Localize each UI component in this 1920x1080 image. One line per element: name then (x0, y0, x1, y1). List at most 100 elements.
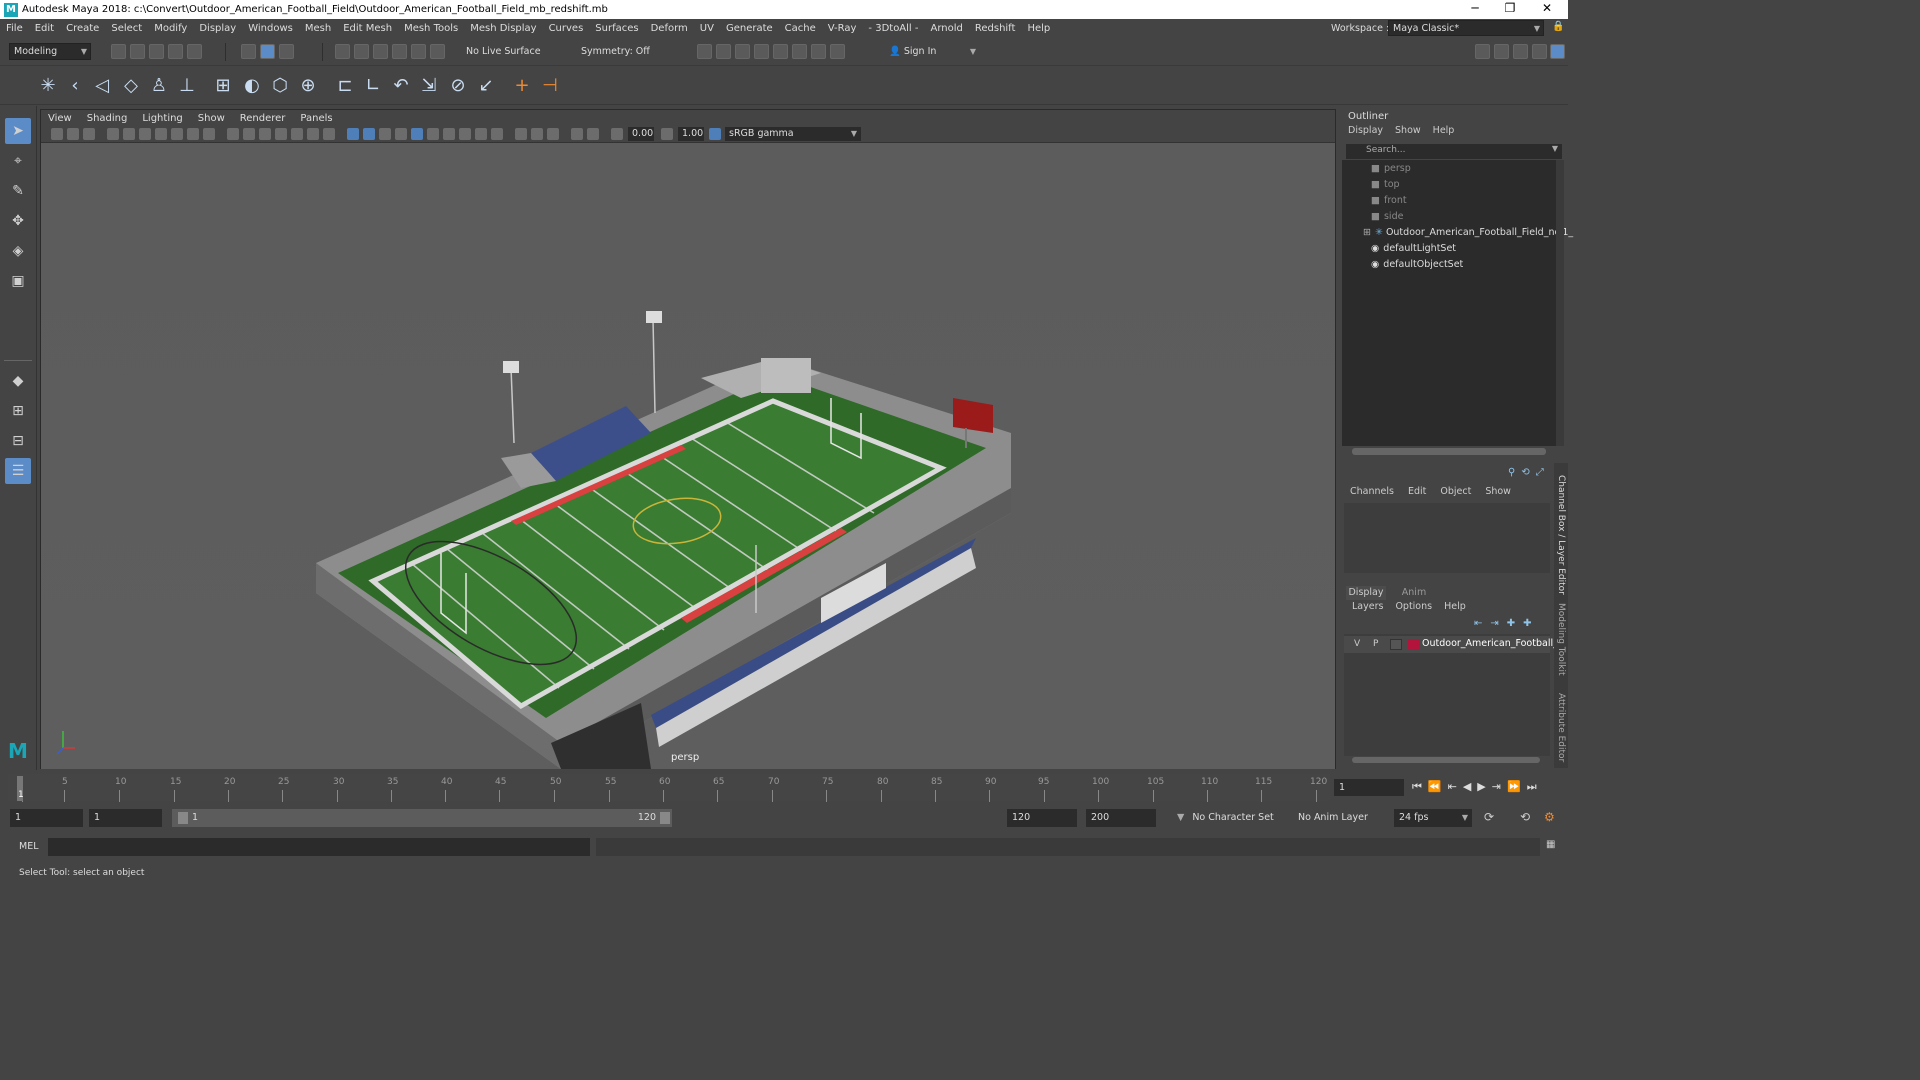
pause-icon[interactable] (830, 44, 845, 59)
lattice-icon[interactable]: ⬡ (269, 75, 291, 97)
menu-deform[interactable]: Deform (645, 23, 694, 34)
play-forwards-icon[interactable]: ▶ (1477, 780, 1485, 794)
live-surface-field[interactable]: No Live Surface (461, 43, 543, 60)
loop-icon[interactable]: ⟳ (1484, 810, 1494, 824)
locator-icon[interactable]: + (511, 75, 533, 97)
step-back-frame-icon[interactable]: ⇤ (1448, 780, 1457, 794)
render-view-icon[interactable] (773, 44, 788, 59)
orient-constraint-icon[interactable]: ∟ (362, 75, 384, 97)
xray-joints-icon[interactable] (459, 128, 471, 140)
cluster-icon[interactable]: ⊕ (297, 75, 319, 97)
exposure-icon[interactable] (611, 128, 623, 140)
xray-icon[interactable] (323, 128, 335, 140)
bind-skin-icon[interactable]: ◇ (120, 75, 142, 97)
new-scene-icon[interactable] (111, 44, 126, 59)
smooth-shade-icon[interactable] (291, 128, 303, 140)
range-slider-bar[interactable]: 1 120 (172, 809, 672, 827)
layer-hscrollbar[interactable] (1352, 757, 1540, 763)
vp-menu-panels[interactable]: Panels (293, 113, 340, 124)
field-chart-icon[interactable] (227, 128, 239, 140)
outliner-menu-display[interactable]: Display (1348, 125, 1383, 136)
depth-of-field-icon[interactable] (427, 128, 439, 140)
ipr-render-icon[interactable] (716, 44, 731, 59)
menu-help[interactable]: Help (1021, 23, 1056, 34)
menu-mesh[interactable]: Mesh (299, 23, 337, 34)
playback-end-field[interactable]: 120 (1007, 809, 1077, 827)
menu-edit-mesh[interactable]: Edit Mesh (337, 23, 398, 34)
paint-weights-icon[interactable]: ⊞ (212, 75, 234, 97)
scale-tool-icon[interactable]: ▣ (5, 268, 31, 294)
ambient-occlusion-icon[interactable] (395, 128, 407, 140)
paint-select-icon[interactable]: ✎ (5, 178, 31, 204)
ik-spline-icon[interactable]: ⊣ (539, 75, 561, 97)
xray-active-icon[interactable] (475, 128, 487, 140)
vp-menu-shading[interactable]: Shading (80, 113, 136, 124)
vp-menu-renderer[interactable]: Renderer (233, 113, 294, 124)
outliner-item-field[interactable]: ⊞ ✳ Outdoor_American_Football_Field_ncl1_ (1363, 227, 1573, 238)
snap-magnet-icon[interactable] (430, 44, 445, 59)
snap-curve-icon[interactable] (354, 44, 369, 59)
channel-menu-show[interactable]: Show (1485, 486, 1511, 497)
two-view-icon[interactable]: ⊟ (5, 428, 31, 454)
step-forward-frame-icon[interactable]: ⇥ (1492, 780, 1501, 794)
side-tab-modeling-toolkit[interactable]: Modeling Toolkit (1556, 603, 1566, 676)
range-start-handle[interactable] (178, 812, 188, 824)
time-slider[interactable]: 1 5 10 15 20 25 30 35 40 45 50 55 60 65 … (0, 772, 1568, 802)
gamma-icon[interactable] (661, 128, 673, 140)
move-tool-shelf-icon[interactable]: ✳ (37, 75, 59, 97)
go-to-start-icon[interactable]: ⏮ (1412, 780, 1422, 794)
channel-box-icon[interactable] (1532, 44, 1547, 59)
menu-select[interactable]: Select (105, 23, 148, 34)
layer-name[interactable]: Outdoor_American_Football_F (1422, 638, 1563, 649)
film-gate-icon[interactable] (171, 128, 183, 140)
layer-tab-anim[interactable]: Anim (1394, 586, 1434, 600)
layers-menu-layers[interactable]: Layers (1352, 601, 1383, 612)
safe-title-icon[interactable] (259, 128, 271, 140)
menu-modify[interactable]: Modify (148, 23, 193, 34)
menu-create[interactable]: Create (60, 23, 105, 34)
sculpt-icon[interactable]: ◐ (241, 75, 263, 97)
camera-attr-icon[interactable] (67, 128, 79, 140)
wireframe-icon[interactable] (275, 128, 287, 140)
hypershade-icon[interactable] (754, 44, 769, 59)
scale-constraint-icon[interactable]: ⇲ (418, 75, 440, 97)
layer-down-icon[interactable]: ⇥ (1490, 618, 1498, 629)
menu-cache[interactable]: Cache (779, 23, 822, 34)
menu-vray[interactable]: V-Ray (822, 23, 863, 34)
lasso-tool-icon[interactable]: ⌖ (5, 148, 31, 174)
snap-view-icon[interactable] (392, 44, 407, 59)
snap-point-icon[interactable] (373, 44, 388, 59)
attribute-editor-icon[interactable] (1494, 44, 1509, 59)
go-to-end-icon[interactable]: ⏭ (1527, 780, 1537, 794)
layer-up-icon[interactable]: ⇤ (1474, 618, 1482, 629)
workspace-dropdown[interactable]: Maya Classic* ▼ (1388, 20, 1544, 36)
pole-vector-icon[interactable]: ⊘ (447, 75, 469, 97)
side-tab-attribute-editor[interactable]: Attribute Editor (1556, 693, 1566, 762)
channel-icon-2[interactable]: ⟲ (1521, 467, 1529, 478)
light-editor-icon[interactable] (792, 44, 807, 59)
camera-select-icon[interactable] (51, 128, 63, 140)
outliner-item-lightset[interactable]: ◉ defaultLightSet (1371, 243, 1456, 254)
channel-icon-3[interactable]: ⤢ (1536, 467, 1544, 478)
shadows-icon[interactable] (379, 128, 391, 140)
outliner-menu-show[interactable]: Show (1395, 125, 1421, 136)
menu-windows[interactable]: Windows (242, 23, 299, 34)
anim-prefs-icon[interactable]: ⚙ (1544, 810, 1555, 824)
select-hierarchy-icon[interactable] (241, 44, 256, 59)
fit-selected-icon[interactable] (531, 128, 543, 140)
menu-generate[interactable]: Generate (720, 23, 779, 34)
antialiasing-icon[interactable] (411, 128, 423, 140)
channel-menu-object[interactable]: Object (1440, 486, 1471, 497)
textured-icon[interactable] (347, 128, 359, 140)
safe-action-icon[interactable] (243, 128, 255, 140)
channel-icon-1[interactable]: ⚲ (1508, 467, 1515, 478)
joint-tool-icon[interactable]: ‹ (64, 75, 86, 97)
outliner-search[interactable]: Search... ▼ (1346, 144, 1562, 159)
time-slider-track[interactable]: 1 5 10 15 20 25 30 35 40 45 50 55 60 65 … (8, 774, 1330, 802)
outliner-item-top[interactable]: ■ top (1371, 179, 1400, 190)
move-tool-icon[interactable]: ✥ (5, 208, 31, 234)
layer-playback-toggle[interactable]: P (1373, 639, 1378, 649)
outliner-menu-help[interactable]: Help (1433, 125, 1455, 136)
select-component-icon[interactable] (279, 44, 294, 59)
sign-in-dropdown[interactable]: 👤 Sign In ▼ (884, 43, 980, 60)
